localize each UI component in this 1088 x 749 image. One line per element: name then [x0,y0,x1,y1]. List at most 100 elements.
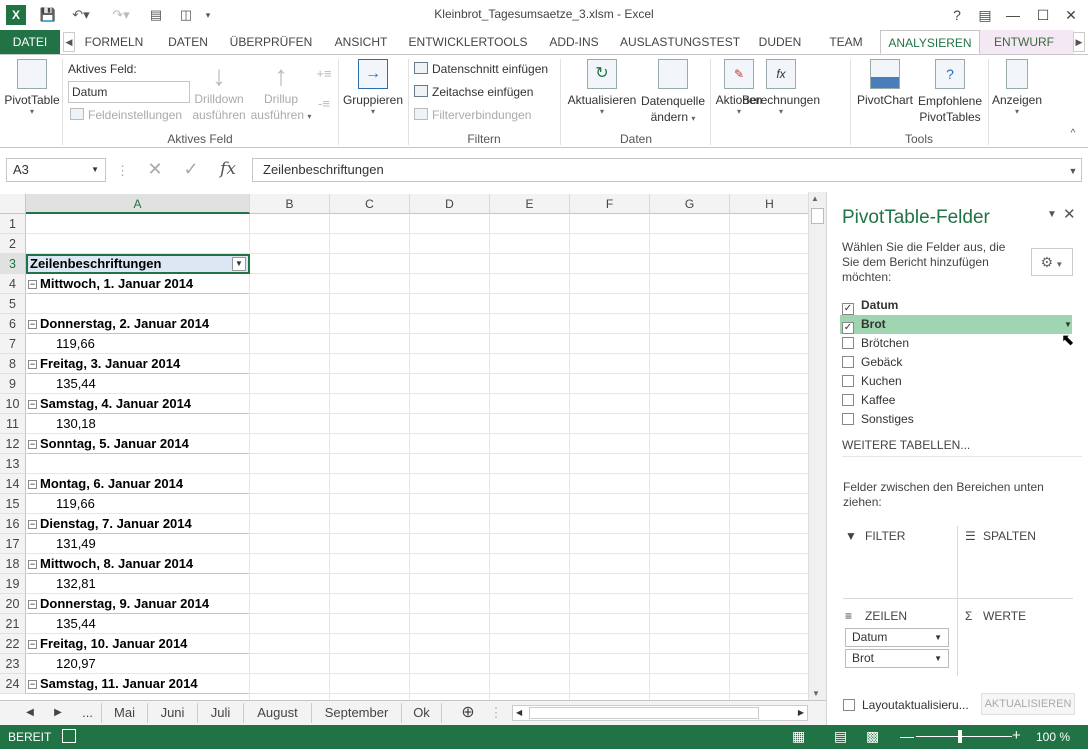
pivot-value-row[interactable]: 135,44 [56,614,96,634]
collapse-icon[interactable]: − [28,400,37,409]
row-header-17[interactable]: 17 [0,534,26,554]
collapse-icon[interactable]: − [28,280,37,289]
confirm-icon[interactable]: ✓ [180,160,202,178]
maximize-icon[interactable]: ☐ [1032,4,1054,26]
column-header-f[interactable]: F [570,194,650,214]
refresh-button[interactable]: ↻ Aktualisieren ▾ [566,59,638,116]
column-header-e[interactable]: E [490,194,570,214]
collapse-field-icon[interactable]: -≡ [316,95,332,113]
cancel-icon[interactable]: ✕ [144,160,166,178]
collapse-icon[interactable]: − [28,480,37,489]
pivot-value-row[interactable]: 130,18 [56,414,96,434]
zoom-out-icon[interactable]: — [900,728,914,744]
row-header-5[interactable]: 5 [0,294,26,314]
help-button[interactable]: ? [946,4,968,26]
checkbox-icon[interactable]: ✓ [842,322,854,334]
tab-entwicklertools[interactable]: ENTWICKLERTOOLS [408,30,528,54]
row-header-19[interactable]: 19 [0,574,26,594]
pivot-date-row[interactable]: − Freitag, 3. Januar 2014 [28,354,180,374]
column-header-d[interactable]: D [410,194,490,214]
field-sonstiges[interactable]: Sonstiges [842,410,1074,429]
tab-team[interactable]: TEAM [822,30,870,54]
page-layout-icon[interactable]: ▤ [834,728,847,745]
sheet-tab-mai[interactable]: Mai [102,703,148,723]
field-kaffee[interactable]: Kaffee [842,391,1074,410]
pivot-date-row[interactable]: − Samstag, 11. Januar 2014 [28,674,198,694]
collapse-icon[interactable]: − [28,560,37,569]
collapse-icon[interactable]: − [28,640,37,649]
macro-record-icon[interactable] [62,729,76,743]
tab-formeln[interactable]: FORMELN [80,30,148,54]
row-header-18[interactable]: 18 [0,554,26,574]
row-header-11[interactable]: 11 [0,414,26,434]
row-header-12[interactable]: 12 [0,434,26,454]
zoom-in-icon[interactable]: + [1012,727,1021,744]
checkbox-icon[interactable]: ✓ [842,303,854,315]
change-source-button[interactable]: Datenquelle ändern ▾ [638,59,708,127]
field-datum[interactable]: ✓ Datum [842,296,1074,315]
pivot-date-row[interactable]: − Donnerstag, 2. Januar 2014 [28,314,209,334]
pivot-value-row[interactable]: 135,44 [56,374,96,394]
sheet-tab-september[interactable]: September [312,703,402,723]
tab-daten[interactable]: DATEN [162,30,214,54]
zoom-level[interactable]: 100 % [1036,730,1070,744]
drillup-button[interactable]: ↑ Drillup ausführen ▾ [250,61,312,125]
horizontal-scroll-thumb[interactable] [529,707,759,719]
columns-area[interactable]: ☰ SPALTEN [963,526,1077,598]
pivot-date-row[interactable]: − Donnerstag, 9. Januar 2014 [28,594,209,614]
column-header-c[interactable]: C [330,194,410,214]
defer-update-checkbox[interactable]: Layoutaktualisieru... [843,698,969,712]
pane-close-icon[interactable]: ✕ [1063,205,1076,223]
field-kuchen[interactable]: Kuchen [842,372,1074,391]
insert-timeline-button[interactable]: Zeitachse einfügen [414,82,533,102]
select-all-corner[interactable] [0,194,26,214]
row-header-10[interactable]: 10 [0,394,26,414]
insert-slicer-button[interactable]: Datenschnitt einfügen [414,59,548,79]
pivot-date-row[interactable]: − Freitag, 10. Januar 2014 [28,634,187,654]
update-button[interactable]: AKTUALISIEREN [981,693,1075,715]
pivot-date-row[interactable]: − Dienstag, 7. Januar 2014 [28,514,192,534]
pivot-value-row[interactable]: 119,66 [56,494,95,514]
new-sheet-icon[interactable]: ⊕ [456,703,480,723]
collapse-icon[interactable]: − [28,680,37,689]
tab-duden[interactable]: DUDEN [752,30,808,54]
checkbox-icon[interactable] [842,356,854,368]
row-header-9[interactable]: 9 [0,374,26,394]
tab-scroll-right-icon[interactable]: ▶ [1073,32,1085,52]
more-tables-link[interactable]: WEITERE TABELLEN... [842,438,970,452]
row-header-13[interactable]: 13 [0,454,26,474]
row-header-8[interactable]: 8 [0,354,26,374]
row-header-14[interactable]: 14 [0,474,26,494]
pivot-date-row[interactable]: − Sonntag, 5. Januar 2014 [28,434,189,454]
row-header-2[interactable]: 2 [0,234,26,254]
field-brötchen[interactable]: Brötchen [842,334,1074,353]
checkbox-icon[interactable] [842,394,854,406]
pivottable-button[interactable]: PivotTable ▾ [4,59,60,116]
page-break-icon[interactable]: ▩ [866,728,879,745]
row-header-21[interactable]: 21 [0,614,26,634]
zoom-slider-thumb[interactable] [958,730,962,743]
expand-field-icon[interactable]: +≡ [316,65,332,83]
active-field-input[interactable]: Datum [68,81,190,103]
checkbox-icon[interactable] [842,413,854,425]
pivot-value-row[interactable]: 120,97 [56,654,96,674]
rows-area[interactable]: ≡ ZEILEN Datum ▼ Brot ▼ [843,606,957,678]
name-box[interactable]: A3 ▼ [6,158,106,182]
field-gebäck[interactable]: Gebäck [842,353,1074,372]
vertical-scroll-thumb[interactable] [811,208,824,224]
field-dropdown-icon[interactable]: ▼ [1064,320,1072,329]
tab-add-ins[interactable]: ADD-INS [542,30,606,54]
row-header-7[interactable]: 7 [0,334,26,354]
pivot-date-row[interactable]: − Mittwoch, 1. Januar 2014 [28,274,193,294]
rows-field-brot[interactable]: Brot ▼ [845,649,949,668]
row-header-15[interactable]: 15 [0,494,26,514]
column-header-b[interactable]: B [250,194,330,214]
collapse-icon[interactable]: − [28,520,37,529]
row-header-20[interactable]: 20 [0,594,26,614]
rows-field-datum[interactable]: Datum ▼ [845,628,949,647]
filter-area[interactable]: ▼ FILTER [843,526,957,598]
normal-view-icon[interactable]: ▦ [792,728,805,745]
spreadsheet-grid[interactable]: ABCDEFGH 1 2 3 4 5 6 7 8 9 10 11 12 13 14 15 16 17 18 19 20… [0,192,808,700]
pivot-date-row[interactable]: − Mittwoch, 8. Januar 2014 [28,554,193,574]
row-header-3[interactable]: 3 [0,254,26,274]
